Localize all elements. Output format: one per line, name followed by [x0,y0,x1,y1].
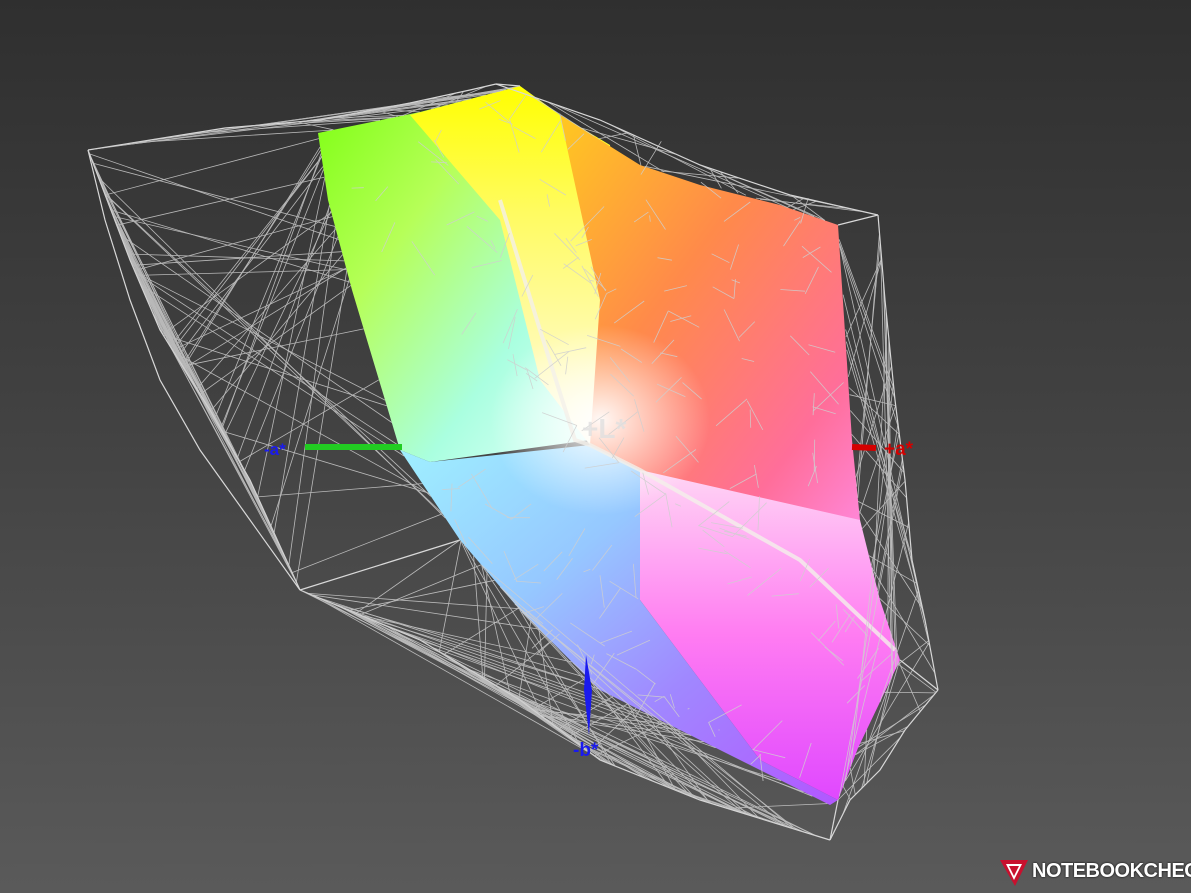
mesh-line [134,270,249,477]
mesh-line [95,170,258,497]
mesh-line [897,663,937,693]
mesh-line [887,337,890,624]
mesh-line [110,209,165,337]
mesh-line [661,784,797,831]
wireframe-edge [829,799,839,841]
a-plus-axis-label: +a* [884,439,914,460]
mesh-line [196,228,337,390]
mesh-line [169,156,322,347]
mesh-line [348,579,495,611]
mesh-line [105,138,319,196]
mesh-line [291,513,443,573]
mesh-line [884,691,936,694]
mesh-line [857,232,880,498]
mesh-line [220,169,324,429]
watermark-brand-text: NOTEBOOKCHECK [1032,860,1191,882]
mesh-line [296,270,348,583]
gamut-solid [318,86,900,805]
wireframe-edge [837,214,879,226]
mesh-line [897,640,930,666]
gamut-3d-scene: +L* +a* -a* -b* [87,83,939,841]
gamut-viewport[interactable]: +L* +a* -a* -b* NOTEBOOKCHECK [0,0,1191,893]
b-minus-axis-label: -b* [573,740,599,761]
l-plus-axis-label: +L* [582,413,626,444]
mesh-line [355,539,461,614]
a-plus-axis-line [851,444,877,451]
mesh-line [749,409,752,428]
notebookcheck-watermark: NOTEBOOKCHECK [998,852,1191,890]
mesh-line [169,346,298,585]
wireframe-edge [899,659,939,691]
a-minus-axis-label: -a* [264,440,286,459]
mesh-line [134,216,333,271]
mesh-line [113,216,347,271]
mesh-line [512,695,646,779]
mesh-line [116,176,325,226]
wireframe-edge [299,539,461,591]
mesh-line [89,153,339,240]
mesh-line [359,564,482,616]
mesh-line [183,267,347,369]
mesh-line [172,156,322,351]
mesh-line [270,279,350,527]
notebookcheck-logo-icon [1000,860,1028,886]
